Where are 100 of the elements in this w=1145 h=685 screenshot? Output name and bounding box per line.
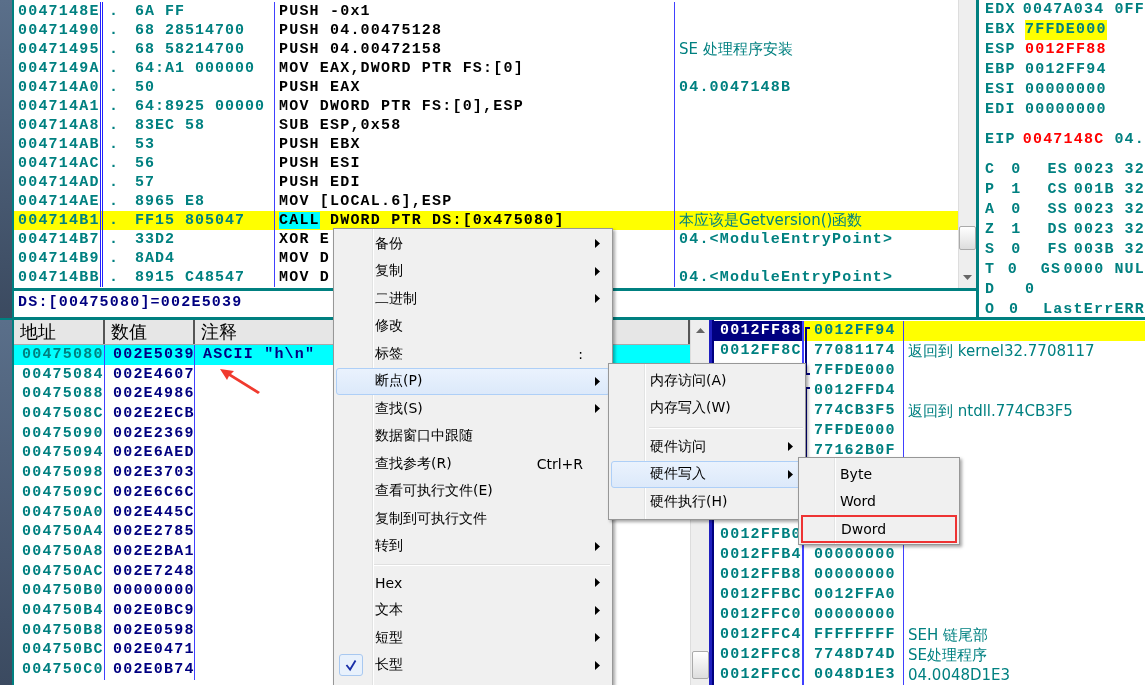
segment-name: CS [1047, 180, 1069, 200]
address-cell: 0012FFCC [720, 666, 802, 683]
operands: ESP,0x58 [319, 117, 402, 134]
mnemonic: PUSH [279, 174, 320, 191]
dot-mark: . [109, 211, 119, 230]
address-cell-text: 00475090 [21, 424, 104, 442]
value-cell-text: 002E2785 [112, 523, 195, 541]
value-cell-text: 002E7248 [112, 562, 195, 580]
hex-cell: 6A FF [135, 2, 186, 21]
value-cell: 7748D74D [814, 646, 896, 663]
mnemonic: PUSH [279, 41, 320, 58]
address-cell: 00471495 [14, 40, 103, 59]
value-cell: 77162B0F [814, 442, 896, 459]
segment-value: ERR [1114, 300, 1145, 318]
hex-cell: 33D2 [135, 230, 176, 249]
register-name: A [985, 200, 997, 220]
register-name: D [985, 280, 997, 300]
operands: EAX,DWORD PTR FS:[0] [319, 60, 524, 77]
address-cell: 0012FFB4 [720, 546, 802, 563]
value-cell-text: 002E445C [112, 503, 195, 521]
address-cell: 004714A1 [14, 97, 103, 116]
value-cell: 0012FFA0 [814, 586, 896, 603]
dot-mark: . [109, 230, 119, 249]
register-name: C [985, 160, 997, 180]
address-cell-text: 00475098 [21, 464, 104, 482]
hex-cell: 8AD4 [135, 249, 176, 268]
comment-cell: 本应该是Getversion()函数 [679, 211, 863, 229]
value-cell-text: 00000000 [112, 582, 195, 600]
hex-cell: 57 [135, 173, 156, 192]
hex-cell: 56 [135, 154, 156, 173]
address-cell: 004714A0 [14, 78, 103, 97]
register-note: 32 [1124, 240, 1145, 260]
value-cell-text: 002E0B74 [112, 661, 195, 678]
address-cell: 0012FFB8 [720, 566, 802, 583]
comment-cell: SE处理程序 [908, 646, 987, 664]
address-cell: 0012FFC4 [720, 626, 802, 643]
address-cell: 0012FFC0 [720, 606, 802, 623]
register-note: 32 [1124, 180, 1145, 200]
comment-cell: 04.<ModuleEntryPoint> [679, 269, 894, 286]
address-cell: 0012FFC8 [720, 646, 802, 663]
hex-cell: 64:A1 000000 [135, 59, 256, 78]
segment-name: GS [1040, 260, 1063, 280]
address-cell: 0012FF8C [720, 342, 802, 359]
dot-mark: . [109, 154, 119, 173]
value-cell-text: 002E2ECB [112, 405, 195, 423]
value-cell-text: 002E6AED [112, 444, 195, 462]
address-cell: 004714B7 [14, 230, 103, 249]
segment-value: 0023 [1073, 200, 1115, 220]
address-cell-text: 00475084 [21, 365, 104, 383]
comment-cell-text: ASCII "h\n" [202, 346, 316, 363]
address-cell-text: 004750B0 [21, 582, 104, 600]
value-cell-text: 002E2BA1 [112, 542, 195, 560]
value-cell-text: 002E0BC9 [112, 601, 195, 619]
register-name: ESI [985, 80, 1017, 100]
value-cell-text: 002E2369 [112, 424, 195, 442]
address-cell-text: 00475094 [21, 444, 104, 462]
address-cell-text: 00475080 [21, 346, 104, 363]
operands: -0x1 [330, 3, 371, 20]
segment-value: 0023 [1073, 160, 1115, 180]
register-name: O [985, 300, 997, 318]
address-cell-text: 00475088 [21, 385, 104, 403]
hex-cell: 50 [135, 78, 156, 97]
address-cell: 0012FF88 [720, 322, 802, 339]
register-name: EDI [985, 100, 1017, 120]
segment-name: SS [1047, 200, 1069, 220]
register-note: 04. [1114, 130, 1145, 150]
address-cell: 004714AD [14, 173, 103, 192]
register-note: NUL [1114, 260, 1145, 280]
dot-mark: . [109, 97, 119, 116]
register-name: ESP [985, 40, 1017, 60]
address-cell-text: 004750A8 [21, 542, 104, 560]
shortcut-label: Ctrl+R [536, 455, 583, 472]
address-cell: 004714B1 [14, 211, 103, 230]
address-cell-text: 004750B4 [21, 601, 104, 619]
value-cell-text: 002E3703 [112, 464, 195, 482]
dot-mark: . [109, 40, 119, 59]
dot-mark: . [109, 135, 119, 154]
operands: EDI [330, 174, 361, 191]
address-cell-text: 004750AC [21, 562, 104, 580]
address-cell-text: 0047509C [21, 483, 104, 501]
segment-name: ES [1047, 160, 1069, 180]
dot-mark: . [109, 59, 119, 78]
value-cell: 7FFDE000 [814, 422, 896, 439]
hex-cell: 8965 E8 [135, 192, 206, 211]
address-cell: 004714AC [14, 154, 103, 173]
register-name: Z [985, 220, 997, 240]
address-cell-text: 004750A4 [21, 523, 104, 541]
comment-cell: 返回到 ntdll.774CB3F5 [908, 402, 1073, 420]
register-note: 0FF [1114, 0, 1145, 20]
address-cell-text: 004750A0 [21, 503, 104, 521]
mnemonic: PUSH [279, 3, 320, 20]
segment-value: 0023 [1073, 220, 1115, 240]
hex-cell: 8915 C48547 [135, 268, 246, 287]
mnemonic: PUSH [279, 155, 320, 172]
dot-mark: . [109, 116, 119, 135]
register-name: T [985, 260, 997, 280]
dot-mark: . [109, 2, 119, 21]
mnemonic: SUB [279, 117, 310, 134]
register-note: 32 [1124, 220, 1145, 240]
dot-mark: . [109, 173, 119, 192]
